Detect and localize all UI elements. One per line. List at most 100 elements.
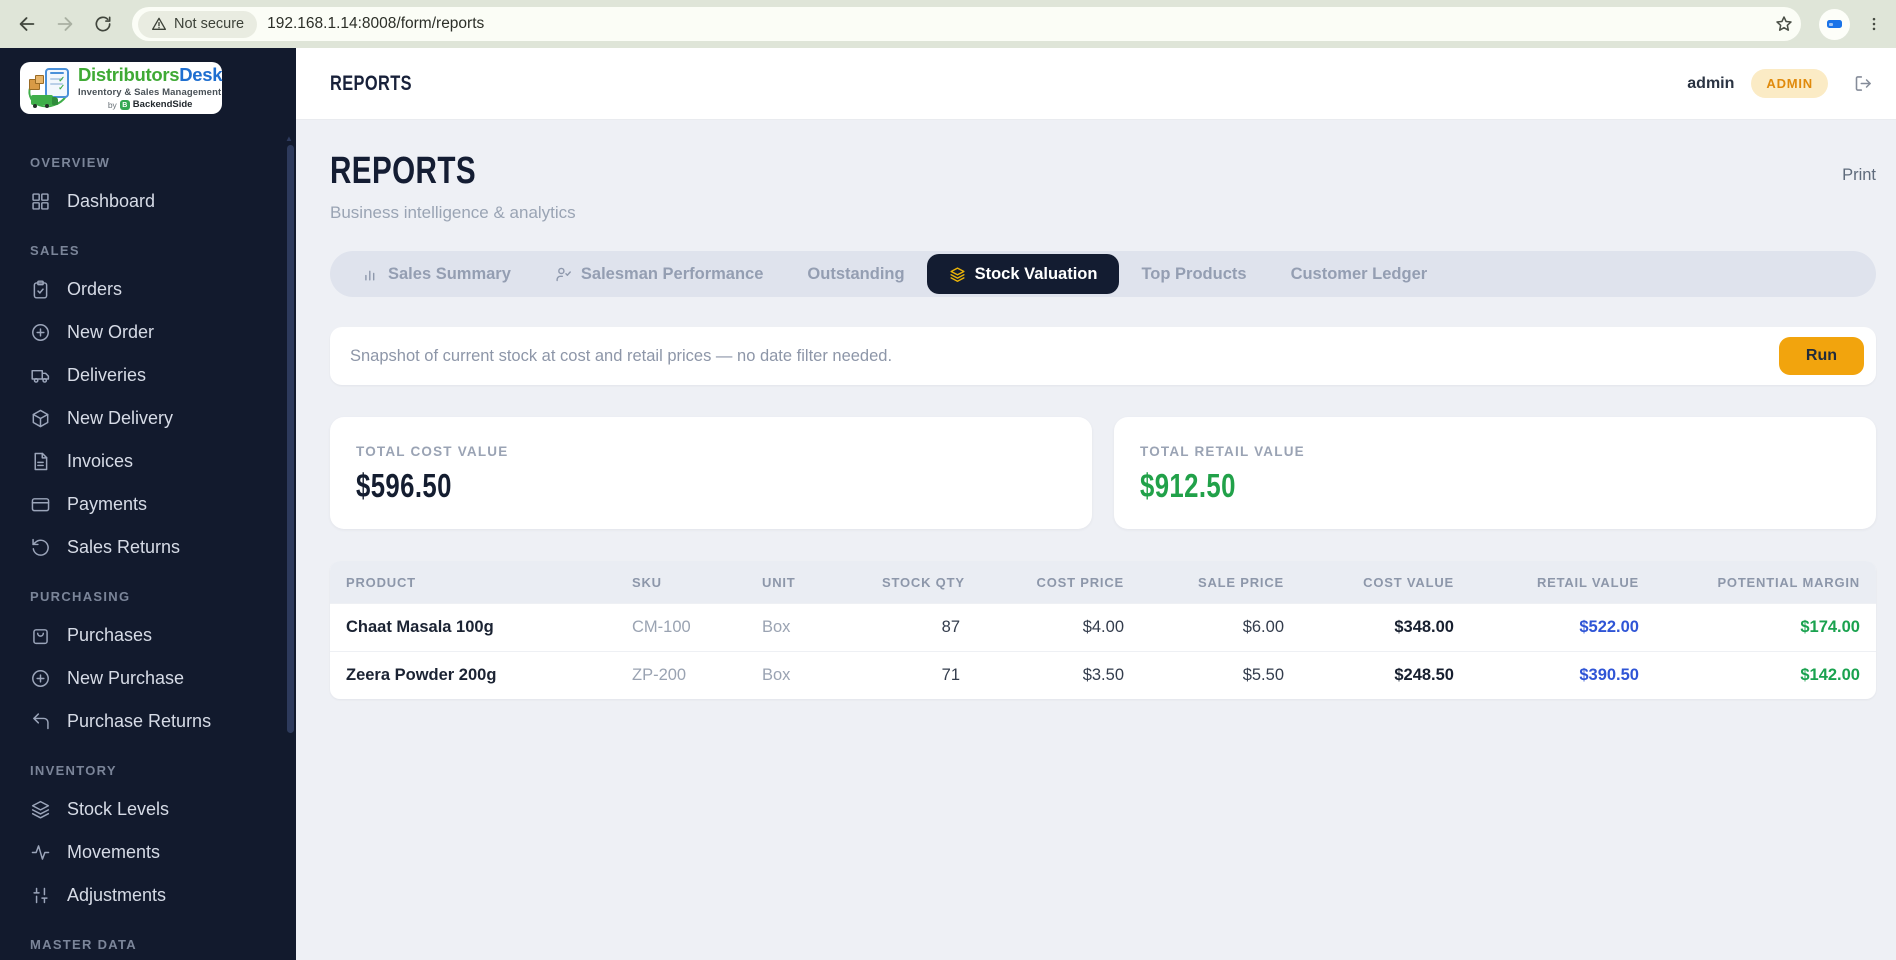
total-retail-value-card: TOTAL RETAIL VALUE $912.50 xyxy=(1114,417,1876,529)
sidebar-item-sales-returns[interactable]: Sales Returns xyxy=(0,528,296,567)
sidebar-item-label: New Order xyxy=(67,322,155,342)
sidebar-item-purchases[interactable]: Purchases xyxy=(0,616,296,655)
sidebar-item-label: Dashboard xyxy=(67,191,156,211)
sidebar-item-label: Payments xyxy=(67,494,148,514)
sidebar-item-label: Purchase Returns xyxy=(67,711,212,731)
column-header: POTENTIAL MARGIN xyxy=(1717,574,1860,590)
cell-retail-value: $522.00 xyxy=(1579,618,1639,636)
arrow-right-icon xyxy=(57,17,73,31)
run-button[interactable]: Run xyxy=(1778,337,1864,375)
browser-forward-button[interactable] xyxy=(48,7,82,41)
browser-refresh-button[interactable] xyxy=(86,7,120,41)
bookmark-button[interactable] xyxy=(1767,7,1801,41)
arrow-left-icon xyxy=(19,17,35,31)
browser-profile-avatar[interactable] xyxy=(1819,8,1850,40)
username: admin xyxy=(1687,74,1735,92)
cell-sku: CM-100 xyxy=(632,618,691,636)
url-text: 192.168.1.14:8008/form/reports xyxy=(267,15,485,32)
logout-button[interactable] xyxy=(1853,73,1874,94)
plus-circle-icon xyxy=(32,670,49,687)
cell-cost-price: $4.00 xyxy=(1082,618,1124,636)
sidebar-item-label: Adjustments xyxy=(67,885,167,905)
sidebar-item-invoices[interactable]: Invoices xyxy=(0,442,296,481)
page-subtitle: Business intelligence & analytics xyxy=(330,203,576,222)
truck-icon xyxy=(31,369,50,383)
browser-back-button[interactable] xyxy=(10,7,44,41)
address-bar[interactable]: Not secure 192.168.1.14:8008/form/report… xyxy=(132,7,1801,41)
sidebar-item-deliveries[interactable]: Deliveries xyxy=(0,356,296,395)
cell-sale-price: $5.50 xyxy=(1242,666,1284,684)
cell-product: Zeera Powder 200g xyxy=(346,666,497,684)
sidebar-item-label: Sales Returns xyxy=(67,537,181,557)
sidebar-item-dashboard[interactable]: Dashboard xyxy=(0,182,296,221)
card-label: TOTAL RETAIL VALUE xyxy=(1140,444,1305,459)
sidebar-scroll-up-arrow[interactable]: ▲ xyxy=(285,135,293,143)
tab-salesman-performance[interactable]: Salesman Performance xyxy=(533,254,786,294)
tab-sales-summary[interactable]: Sales Summary xyxy=(340,254,533,294)
file-text-icon xyxy=(34,452,48,471)
shopping-bag-icon xyxy=(33,629,48,645)
refresh-icon xyxy=(95,16,111,32)
table-row: Zeera Powder 200g ZP-200 Box 71 $3.50 $5… xyxy=(330,651,1876,699)
report-info-banner: Snapshot of current stock at cost and re… xyxy=(330,327,1876,385)
sidebar-item-label: New Purchase xyxy=(67,668,185,688)
page-title: REPORTS xyxy=(330,150,477,192)
report-tabs: Sales Summary Salesman Performance Outst… xyxy=(330,251,1876,297)
sidebar-section-purchasing: PURCHASING xyxy=(30,589,131,604)
browser-menu-button[interactable] xyxy=(1862,7,1886,41)
cell-sale-price: $6.00 xyxy=(1242,618,1284,636)
brand-tagline: Inventory & Sales Management xyxy=(78,86,222,98)
sidebar-item-label: Movements xyxy=(67,842,161,862)
column-header: STOCK QTY xyxy=(882,574,965,590)
cell-stock-qty: 71 xyxy=(941,666,960,684)
print-button[interactable]: Print xyxy=(1842,166,1876,185)
tab-stock-valuation[interactable]: Stock Valuation xyxy=(926,254,1120,294)
sidebar-item-label: Invoices xyxy=(67,451,134,471)
logout-icon xyxy=(1855,76,1871,91)
not-secure-chip[interactable]: Not secure xyxy=(138,10,258,38)
sidebar-item-payments[interactable]: Payments xyxy=(0,485,296,524)
corner-up-left-icon xyxy=(33,713,49,730)
credit-card-icon xyxy=(31,498,50,512)
brand-name: DistributorsDesk xyxy=(78,64,223,85)
clipboard-check-icon xyxy=(33,280,48,299)
sidebar-item-adjustments[interactable]: Adjustments xyxy=(0,876,296,915)
sidebar-item-new-purchase[interactable]: New Purchase xyxy=(0,659,296,698)
tab-top-products[interactable]: Top Products xyxy=(1119,254,1268,294)
column-header: UNIT xyxy=(762,574,796,590)
header-title: REPORTS xyxy=(330,71,412,95)
tab-label: Stock Valuation xyxy=(974,264,1098,283)
sidebar-item-new-delivery[interactable]: New Delivery xyxy=(0,399,296,438)
stock-valuation-table: PRODUCT SKU UNIT STOCK QTY COST PRICE SA… xyxy=(330,561,1876,699)
table-header-row: PRODUCT SKU UNIT STOCK QTY COST PRICE SA… xyxy=(330,561,1876,603)
column-header: RETAIL VALUE xyxy=(1536,574,1639,590)
brand-byline: by B BackendSide xyxy=(107,99,193,111)
cell-product: Chaat Masala 100g xyxy=(346,618,494,636)
sidebar-item-stock-levels[interactable]: Stock Levels xyxy=(0,790,296,829)
cell-unit: Box xyxy=(762,618,791,636)
sidebar-item-movements[interactable]: Movements xyxy=(0,833,296,872)
tab-label: Top Products xyxy=(1141,264,1247,283)
sidebar-item-orders[interactable]: Orders xyxy=(0,270,296,309)
column-header: PRODUCT xyxy=(346,574,416,590)
cell-stock-qty: 87 xyxy=(941,618,960,636)
role-badge: ADMIN xyxy=(1751,69,1828,98)
total-cost-value-card: TOTAL COST VALUE $596.50 xyxy=(330,417,1092,529)
sidebar-item-new-order[interactable]: New Order xyxy=(0,313,296,352)
column-header: SALE PRICE xyxy=(1197,574,1284,590)
grid-icon xyxy=(32,193,49,210)
cell-retail-value: $390.50 xyxy=(1579,666,1639,684)
cell-cost-value: $348.00 xyxy=(1394,618,1454,636)
tab-outstanding[interactable]: Outstanding xyxy=(785,254,926,294)
app-logo[interactable]: ✓ ✓ DistributorsDesk Inventory & Sales Ma… xyxy=(20,62,223,114)
rotate-ccw-icon xyxy=(32,538,49,556)
cell-unit: Box xyxy=(762,666,791,684)
activity-icon xyxy=(31,845,50,860)
user-check-icon xyxy=(556,267,571,281)
sliders-icon xyxy=(33,887,48,904)
sidebar-item-purchase-returns[interactable]: Purchase Returns xyxy=(0,702,296,741)
sidebar-item-label: Purchases xyxy=(67,625,153,645)
sidebar-item-label: Stock Levels xyxy=(67,799,170,819)
tab-customer-ledger[interactable]: Customer Ledger xyxy=(1269,254,1450,294)
bar-chart-icon xyxy=(365,270,375,281)
